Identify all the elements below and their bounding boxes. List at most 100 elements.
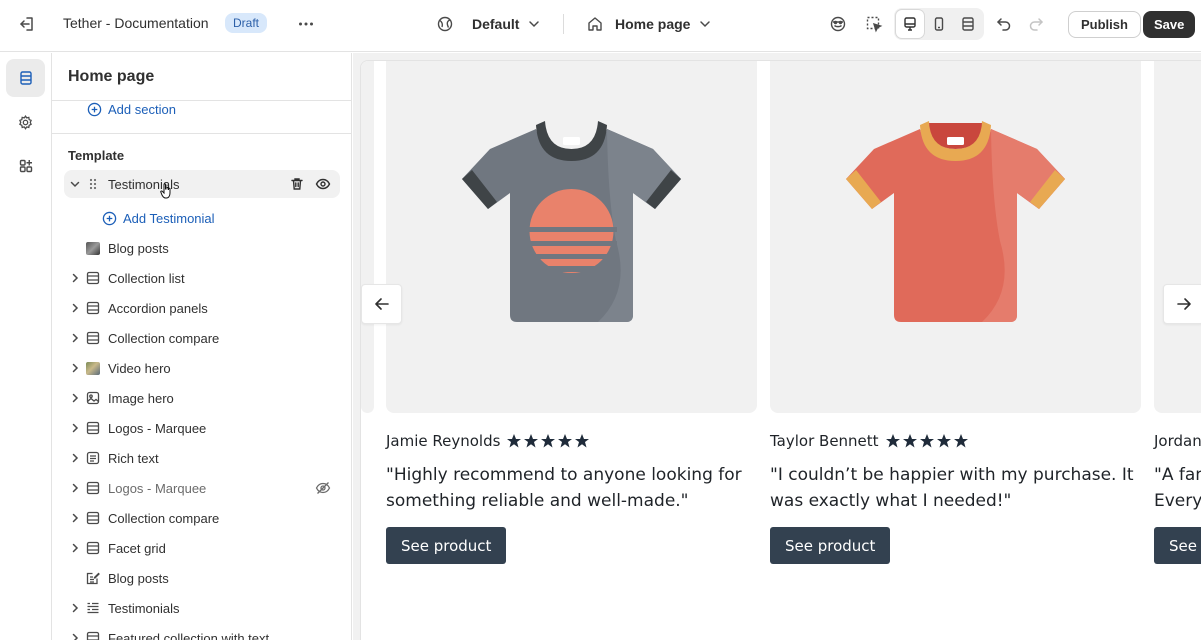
status-badge: Draft (225, 13, 268, 33)
sidebar-item-logos-marquee[interactable]: Logos - Marquee (64, 414, 340, 442)
sidebar-item-rich-text[interactable]: Rich text (64, 444, 340, 472)
trash-icon[interactable] (289, 176, 305, 192)
chevron-right-icon[interactable] (68, 541, 82, 555)
sidebar-item-collection-list[interactable]: Collection list (64, 264, 340, 292)
app-title: Tether - Documentation (63, 15, 209, 31)
drag-handle-icon[interactable] (86, 177, 100, 191)
sidebar-item-label: Blog posts (108, 241, 169, 256)
star-icon (507, 434, 522, 448)
section-layout-icon (86, 481, 100, 495)
sidebar-item-label: Collection list (108, 271, 185, 286)
quote-line: Every (1154, 491, 1201, 511)
sections-sidebar: Home page Add section Template Testimoni… (52, 53, 352, 640)
eye-hidden-icon[interactable] (315, 480, 331, 496)
image-thumbnail (86, 241, 100, 255)
sidebar-item-featured-collection-with-text[interactable]: Featured collection with text (64, 624, 340, 640)
star-icon (885, 434, 900, 448)
sidebar-item-video-hero[interactable]: Video hero (64, 354, 340, 382)
add-testimonial-label: Add Testimonial (123, 211, 215, 226)
section-layout-icon (86, 631, 100, 640)
star-rating (885, 433, 969, 449)
chevron-right-icon[interactable] (68, 301, 82, 315)
exit-icon[interactable] (13, 10, 41, 38)
chevron-down-icon (529, 21, 540, 28)
reviewer-name: Jamie Reynolds (386, 432, 501, 450)
quote-line: "A fan (1154, 465, 1201, 485)
save-button[interactable]: Save (1143, 11, 1196, 38)
add-section-button[interactable]: Add section (87, 102, 176, 117)
chevron-right-icon[interactable] (68, 511, 82, 525)
template-group-label: Template (68, 148, 125, 163)
previous-card-image (361, 61, 374, 413)
chevron-right-icon[interactable] (68, 331, 82, 345)
publish-button[interactable]: Publish (1068, 11, 1141, 38)
sections-icon[interactable] (6, 59, 45, 97)
chevron-down-icon[interactable] (68, 177, 82, 191)
desktop-view-icon[interactable] (896, 10, 924, 38)
sidebar-item-label: Video hero (108, 361, 171, 376)
inspector-select-icon[interactable] (860, 10, 888, 38)
testimonial-quote-card-2: "I couldn’t be happier with my purchase.… (770, 465, 1134, 511)
see-product-button[interactable]: See product (386, 527, 507, 564)
chevron-right-icon[interactable] (68, 451, 82, 465)
testimonial-quote-card-3: "A fan Every (1154, 462, 1201, 514)
chevron-right-icon[interactable] (68, 361, 82, 375)
settings-gear-icon[interactable] (6, 103, 45, 141)
reviewer-card-1: Jamie Reynolds (386, 432, 590, 450)
image-icon (86, 391, 100, 405)
sidebar-item-facet-grid[interactable]: Facet grid (64, 534, 340, 562)
theme-select[interactable]: Default (436, 9, 541, 39)
sidebar-item-testimonials-2[interactable]: Testimonials (64, 594, 340, 622)
chevron-right-icon[interactable] (68, 391, 82, 405)
see-product-button[interactable]: See product (770, 527, 891, 564)
viewport-switcher (894, 8, 984, 40)
sidebar-item-logos-marquee-hidden[interactable]: Logos - Marquee (64, 474, 340, 502)
chevron-right-icon[interactable] (68, 481, 82, 495)
carousel-prev-button[interactable] (361, 284, 402, 324)
tshirt-illustration (462, 121, 681, 322)
sidebar-item-accordion-panels[interactable]: Accordion panels (64, 294, 340, 322)
star-icon (575, 434, 590, 448)
chevron-right-icon[interactable] (68, 421, 82, 435)
full-width-view-icon[interactable] (954, 10, 982, 38)
star-rating (506, 433, 590, 449)
arrow-right-icon (1176, 298, 1191, 310)
sidebar-item-collection-compare[interactable]: Collection compare (64, 324, 340, 352)
chevron-right-icon[interactable] (68, 271, 82, 285)
sidebar-item-blog-posts-2[interactable]: Blog posts (64, 564, 340, 592)
section-layout-icon (86, 301, 100, 315)
sidebar-item-blog-posts[interactable]: Blog posts (64, 234, 340, 262)
sidebar-item-label: Featured collection with text (108, 631, 270, 640)
undo-icon[interactable] (990, 10, 1018, 38)
mobile-view-icon[interactable] (925, 10, 953, 38)
see-product-button[interactable]: See (1154, 527, 1201, 564)
reviewer-name: Taylor Bennett (770, 432, 879, 450)
more-options-icon[interactable] (292, 10, 320, 38)
chevron-right-icon[interactable] (68, 601, 82, 615)
ai-assistant-icon[interactable] (824, 10, 852, 38)
left-rail (0, 53, 52, 640)
eye-icon[interactable] (315, 176, 331, 192)
carousel-next-button[interactable] (1163, 284, 1201, 324)
sidebar-item-label: Collection compare (108, 511, 220, 526)
chevron-down-icon (700, 21, 711, 28)
reviewer-name: Jordan (1154, 432, 1201, 450)
apps-icon[interactable] (6, 147, 45, 185)
top-bar: Tether - Documentation Draft Default Hom… (0, 0, 1201, 52)
divider (563, 14, 564, 34)
star-icon (558, 434, 573, 448)
list-icon (86, 601, 100, 615)
sidebar-item-image-hero[interactable]: Image hero (64, 384, 340, 412)
product-image-card-3 (1154, 61, 1201, 413)
sidebar-item-collection-compare-2[interactable]: Collection compare (64, 504, 340, 532)
page-select[interactable]: Home page (586, 9, 712, 39)
redo-icon[interactable] (1022, 10, 1050, 38)
add-testimonial-button[interactable]: Add Testimonial (102, 211, 215, 226)
sidebar-item-testimonials[interactable]: Testimonials (64, 170, 340, 199)
add-section-label: Add section (108, 102, 176, 117)
star-icon (936, 434, 951, 448)
chevron-right-icon[interactable] (68, 631, 82, 640)
sidebar-item-label: Rich text (108, 451, 159, 466)
reviewer-card-3: Jordan (1154, 432, 1201, 450)
plus-circle-icon (87, 102, 102, 117)
